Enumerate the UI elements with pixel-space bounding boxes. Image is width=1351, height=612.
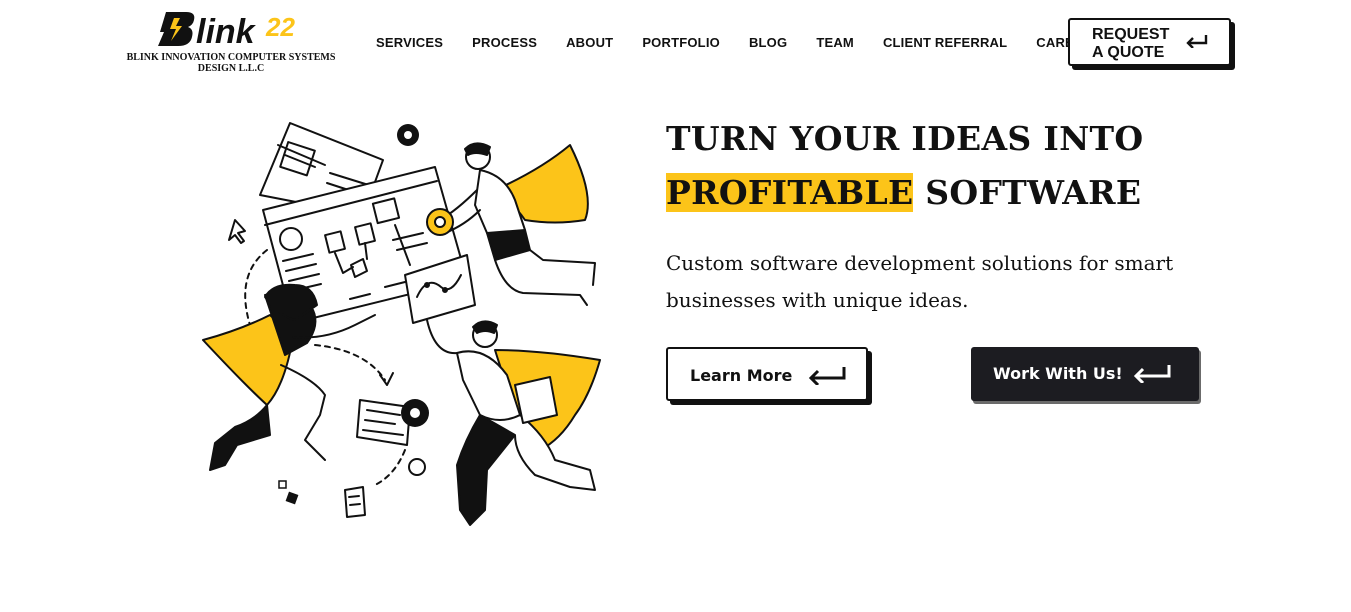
nav-item-services[interactable]: SERVICES [376,35,443,50]
blink22-logo-icon: link 22 [158,12,295,50]
headline-line1: TURN YOUR IDEAS INTO [666,119,1144,158]
work-with-us-button[interactable]: Work With Us! [971,347,1199,401]
headline-highlight: PROFITABLE [666,173,914,212]
nav-item-blog[interactable]: BLOG [749,35,787,50]
learn-more-button[interactable]: Learn More [666,347,868,401]
nav-item-client-referral[interactable]: CLIENT REFERRAL [883,35,1007,50]
request-quote-label: REQUEST A QUOTE [1092,26,1170,61]
learn-more-label: Learn More [690,366,793,385]
request-quote-button[interactable]: REQUEST A QUOTE [1068,18,1231,66]
main-nav: SERVICES PROCESS ABOUT PORTFOLIO BLOG TE… [376,35,1101,50]
enter-arrow-icon [1186,35,1208,48]
logo[interactable]: link 22 BLINK INNOVATION COMPUTER SYSTEM… [116,10,346,74]
team-building-software-illustration [202,122,601,526]
nav-item-about[interactable]: ABOUT [566,35,613,50]
svg-text:link: link [196,13,257,50]
enter-arrow-icon [808,367,846,385]
hero-subtext: Custom software development solutions fo… [666,251,1174,312]
nav-item-process[interactable]: PROCESS [472,35,537,50]
headline-rest: SOFTWARE [925,173,1142,212]
nav-item-portfolio[interactable]: PORTFOLIO [642,35,720,50]
svg-text:22: 22 [265,12,295,42]
work-with-us-label: Work With Us! [993,364,1123,383]
nav-item-team[interactable]: TEAM [816,35,854,50]
hero-headline: TURN YOUR IDEAS INTO PROFITABLE SOFTWARE [666,112,1226,220]
enter-arrow-icon [1133,365,1171,383]
company-tagline: BLINK INNOVATION COMPUTER SYSTEMS DESIGN… [126,52,336,74]
